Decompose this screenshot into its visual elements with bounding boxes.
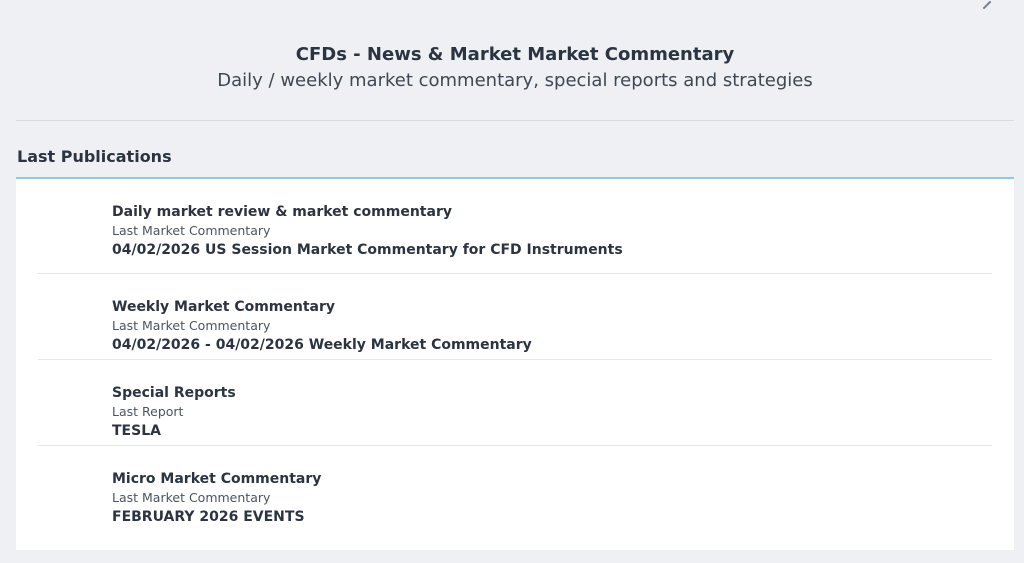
publication-name[interactable]: Special Reports [112,384,992,403]
publication-kind: Last Report [112,404,184,419]
publication-kind: Last Market Commentary [112,223,271,238]
publication-latest-link[interactable]: TESLA [112,421,992,441]
publication-name[interactable]: Daily market review & market commentary [112,203,992,222]
publication-latest-link[interactable]: 04/02/2026 - 04/02/2026 Weekly Market Co… [112,335,992,355]
page-header: CFDs - News & Market Market Commentary D… [16,17,1014,121]
publication-kind: Last Market Commentary [112,318,271,333]
search-icon[interactable] [982,0,996,9]
publication-item-special-reports[interactable]: Special Reports Last Report TESLA [38,360,992,446]
publication-name[interactable]: Micro Market Commentary [112,470,992,489]
publication-item-daily[interactable]: Daily market review & market commentary … [38,179,992,274]
publications-panel: Daily market review & market commentary … [16,177,1014,550]
page-subtitle: Daily / weekly market commentary, specia… [217,70,813,91]
publication-latest-link[interactable]: FEBRUARY 2026 EVENTS [112,507,992,527]
publication-item-micro[interactable]: Micro Market Commentary Last Market Comm… [38,446,992,532]
publication-kind: Last Market Commentary [112,490,271,505]
publication-item-weekly[interactable]: Weekly Market Commentary Last Market Com… [38,274,992,360]
publications-list: Daily market review & market commentary … [16,179,1014,532]
section-title: Last Publications [17,147,172,166]
page-title: CFDs - News & Market Market Commentary [295,44,735,65]
publication-name[interactable]: Weekly Market Commentary [112,298,992,317]
publication-latest-link[interactable]: 04/02/2026 US Session Market Commentary … [112,240,992,260]
